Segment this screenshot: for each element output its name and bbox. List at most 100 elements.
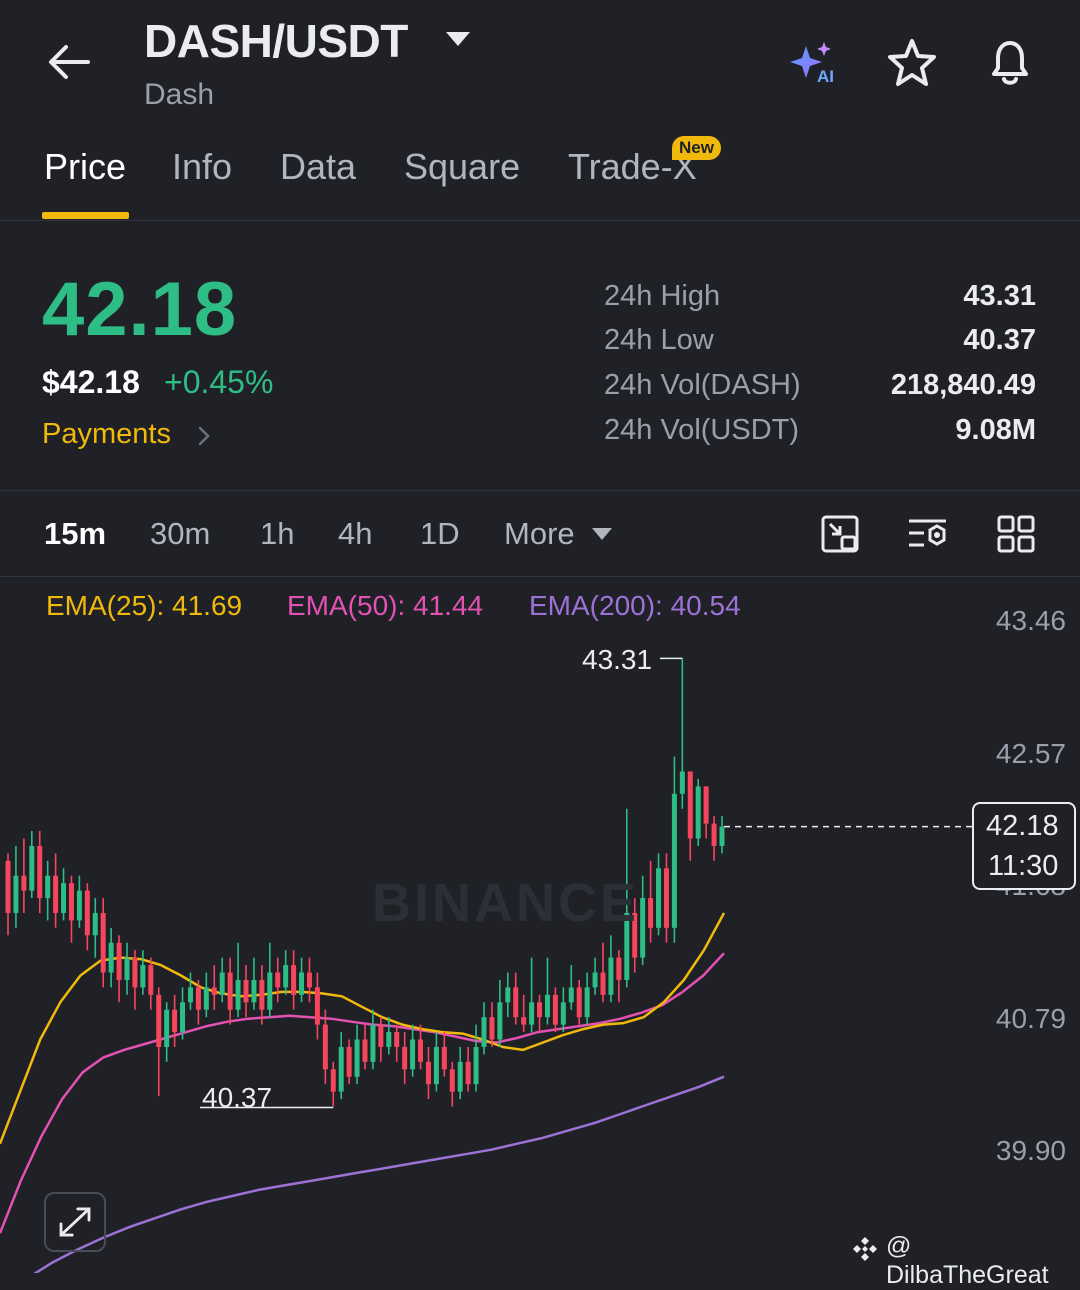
stat-value-vol-usdt: 9.08M	[955, 414, 1036, 446]
candle-body	[679, 771, 685, 794]
candle-body	[616, 957, 622, 980]
candle-body	[211, 987, 217, 995]
y-axis-tick: 42.57	[995, 738, 1066, 769]
indicator-settings-icon[interactable]	[906, 514, 950, 554]
candle-body	[346, 1046, 352, 1077]
price-change: +0.45%	[164, 364, 274, 400]
candle-body	[560, 1002, 566, 1025]
candle-body	[76, 890, 82, 921]
expand-icon[interactable]	[44, 1192, 106, 1252]
candle-body	[195, 987, 201, 1010]
candle-body	[695, 786, 701, 839]
stat-value-vol-dash: 218,840.49	[890, 369, 1036, 401]
candle-body	[37, 845, 43, 899]
binance-watermark: BINANCE	[372, 873, 640, 933]
fullscreen-chart-icon[interactable]	[820, 514, 862, 554]
stat-value-low: 40.37	[963, 324, 1036, 356]
ema200-line	[33, 1075, 725, 1273]
ai-sparkle-icon[interactable]: AI	[786, 38, 842, 88]
candle-body	[156, 994, 162, 1047]
candle-body	[21, 875, 27, 891]
candle-body	[425, 1061, 431, 1085]
candle-body	[267, 972, 273, 1010]
stat-label-vol-dash: 24h Vol(DASH)	[604, 369, 801, 401]
candle-body	[529, 1002, 535, 1025]
high-marker-label: 43.31	[582, 644, 653, 675]
tab-price[interactable]: Price	[44, 146, 126, 188]
candle-body	[687, 771, 693, 839]
tab-data[interactable]: Data	[280, 146, 356, 188]
candle-body	[449, 1069, 455, 1092]
candle-body	[338, 1046, 344, 1092]
category-link[interactable]: Payments	[42, 418, 171, 451]
candle-body	[465, 1061, 471, 1085]
active-tab-indicator	[42, 212, 129, 219]
interval-more[interactable]: More	[504, 516, 575, 552]
back-arrow-icon[interactable]	[44, 38, 96, 86]
candle-body	[291, 965, 297, 995]
candle-body	[671, 793, 677, 928]
candle-body	[576, 987, 582, 1018]
candle-body	[537, 1002, 543, 1018]
candle-body	[116, 942, 122, 980]
chevron-down-icon[interactable]	[592, 528, 612, 540]
candle-body	[45, 875, 51, 899]
interval-4h[interactable]: 4h	[338, 516, 372, 552]
candle-body	[235, 979, 241, 1010]
candle-body	[370, 1024, 376, 1062]
candle-body	[378, 1024, 384, 1047]
candle-body	[275, 972, 281, 988]
star-icon[interactable]	[884, 36, 940, 90]
candle-body	[5, 860, 11, 913]
pair-title[interactable]: DASH/USDT	[144, 14, 408, 68]
divider	[0, 490, 1080, 491]
candle-body	[410, 1039, 416, 1070]
candle-body	[322, 1024, 328, 1070]
bell-icon[interactable]	[982, 34, 1038, 90]
tab-square[interactable]: Square	[404, 146, 520, 188]
interval-30m[interactable]: 30m	[150, 516, 210, 552]
candle-body	[100, 912, 106, 973]
candle-body	[354, 1039, 360, 1077]
candle-body	[132, 957, 138, 988]
candle-body	[84, 890, 90, 936]
y-axis-tick: 39.90	[995, 1135, 1066, 1166]
candle-body	[259, 979, 265, 1010]
candle-body	[703, 786, 709, 824]
ema25-line	[0, 912, 726, 1145]
pair-dropdown-icon[interactable]	[446, 32, 470, 46]
candle-body	[61, 883, 67, 913]
grid-layout-icon[interactable]	[996, 514, 1036, 554]
candle-body	[473, 1046, 479, 1085]
candle-body	[243, 979, 249, 1003]
y-axis-tick: 40.79	[995, 1003, 1066, 1034]
candle-body	[513, 987, 519, 1018]
chevron-right-icon[interactable]	[196, 424, 212, 448]
tab-info[interactable]: Info	[172, 146, 232, 188]
credit-text: @ DilbaTheGreat	[886, 1232, 1049, 1289]
candle-body	[481, 1017, 487, 1047]
interval-1d[interactable]: 1D	[420, 516, 460, 552]
candle-body	[148, 965, 154, 995]
candle-body	[164, 1009, 170, 1047]
candle-body	[227, 972, 233, 1010]
stat-value-high: 43.31	[963, 280, 1036, 312]
ema50-legend: EMA(50): 41.44	[287, 590, 484, 621]
candle-body	[608, 957, 614, 995]
candle-body	[592, 972, 598, 988]
candle-body	[433, 1046, 439, 1085]
candle-body	[187, 987, 193, 1003]
candle-body	[283, 965, 289, 988]
candle-body	[418, 1039, 424, 1062]
candle-body	[505, 987, 511, 1003]
coin-name: Dash	[144, 78, 215, 111]
candle-body	[299, 972, 305, 995]
interval-1h[interactable]: 1h	[260, 516, 294, 552]
candle-body	[330, 1069, 336, 1092]
candle-body	[219, 972, 225, 995]
candle-body	[140, 965, 146, 988]
candle-body	[402, 1046, 408, 1070]
interval-15m[interactable]: 15m	[44, 516, 106, 552]
candle-body	[552, 994, 558, 1025]
candle-body	[497, 1002, 503, 1040]
